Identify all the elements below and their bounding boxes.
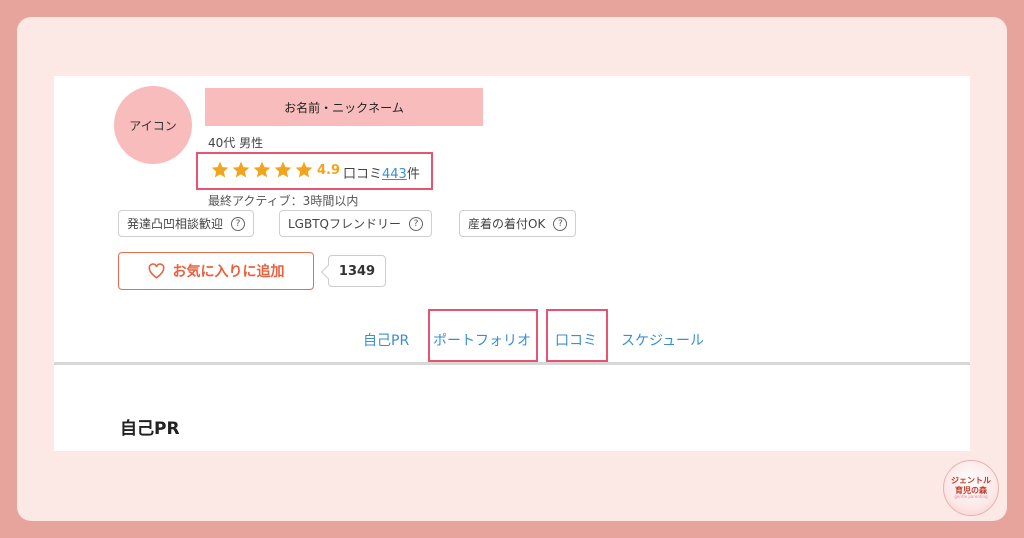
star-icon: [274, 161, 292, 178]
add-favorite-button[interactable]: お気に入りに追加: [118, 252, 314, 290]
review-count: 口コミ443件: [343, 163, 420, 182]
tab-self-pr[interactable]: 自己PR: [363, 330, 409, 350]
help-icon[interactable]: ?: [231, 216, 246, 231]
help-icon[interactable]: ?: [409, 216, 423, 231]
avatar: アイコン: [114, 86, 192, 164]
reviews-link[interactable]: 443: [382, 167, 407, 182]
tab-reviews[interactable]: 口コミ: [555, 330, 597, 350]
heart-icon: [148, 263, 164, 279]
site-logo: ジェントル 育児の森 gentle parenting: [943, 460, 999, 516]
favorite-count: 1349: [328, 255, 386, 287]
tag-label: 産着の着付OK: [468, 217, 546, 231]
name-label: お名前・ニックネーム: [284, 100, 404, 115]
section-title: 自己PR: [120, 419, 180, 439]
logo-line1: ジェントル: [951, 476, 991, 485]
tag-ubugi: 産着の着付OK ?: [459, 210, 577, 237]
tab-schedule[interactable]: スケジュール: [621, 330, 704, 350]
add-favorite-label: お気に入りに追加: [172, 264, 285, 280]
help-icon[interactable]: ?: [553, 216, 568, 231]
tag-label: 発達凸凹相談歓迎: [127, 217, 224, 231]
age-gender: 40代 男性: [208, 136, 264, 150]
star-icon: [211, 161, 229, 178]
tag-developmental: 発達凸凹相談歓迎 ?: [118, 210, 255, 237]
rating-score: 4.9: [317, 163, 341, 178]
avatar-label: アイコン: [129, 118, 177, 133]
name-placeholder: お名前・ニックネーム: [205, 88, 483, 126]
last-active: 最終アクティブ：3時間以内: [208, 194, 359, 208]
tab-portfolio[interactable]: ポートフォリオ: [433, 330, 531, 350]
star-icon: [232, 161, 250, 178]
star-icon: [253, 161, 271, 178]
tag-lgbtq: LGBTQフレンドリー ?: [279, 210, 432, 237]
star-icon: [295, 161, 313, 178]
reviews-prefix: 口コミ: [343, 167, 383, 182]
star-rating: [210, 160, 314, 180]
logo-sub: gentle parenting: [954, 494, 988, 500]
tab-divider: [54, 362, 970, 365]
tag-label: LGBTQフレンドリー: [288, 217, 401, 231]
reviews-suffix: 件: [406, 167, 420, 182]
